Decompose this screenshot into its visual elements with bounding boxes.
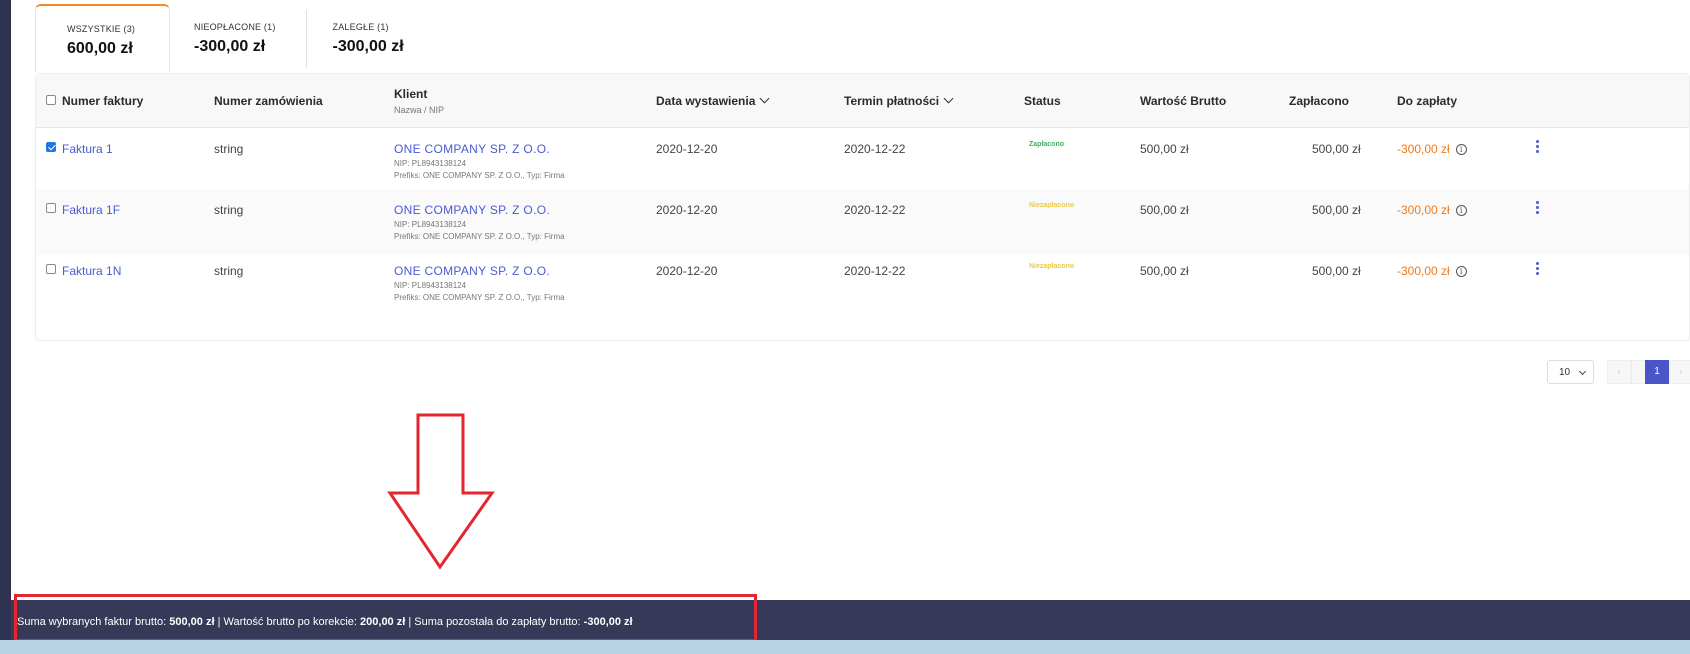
order-number: string: [214, 203, 244, 217]
paid-value: 500,00 zł: [1312, 203, 1361, 217]
status-badge: Zapłacono: [1029, 141, 1065, 148]
paid-value: 500,00 zł: [1312, 264, 1361, 278]
col-status[interactable]: Status: [1024, 94, 1061, 108]
table-row: Faktura 1F string ONE COMPANY SP. Z O.O.…: [36, 189, 1689, 255]
to-pay-value: -300,00 zł: [1397, 264, 1450, 278]
select-all-checkbox[interactable]: [46, 95, 56, 105]
to-pay-cell: -300,00 zł i: [1397, 264, 1467, 278]
row-menu-icon[interactable]: [1536, 201, 1540, 217]
row-checkbox[interactable]: [46, 264, 56, 274]
taskbar-edge: [0, 640, 1690, 654]
client-cell: ONE COMPANY SP. Z O.O. NIP: PL8943138124…: [394, 264, 565, 302]
col-issue-date-label: Data wystawienia: [656, 94, 756, 108]
page-size-select[interactable]: 10: [1547, 360, 1594, 384]
summary-tabs: WSZYSTKIE (3) 600,00 zł NIEOPŁACONE (1) …: [35, 4, 434, 72]
sort-chevron-icon: [759, 93, 770, 104]
issue-date: 2020-12-20: [656, 142, 718, 156]
client-nip: NIP: PL8943138124: [394, 159, 467, 168]
col-paid[interactable]: Zapłacono: [1289, 94, 1349, 108]
client-cell: ONE COMPANY SP. Z O.O. NIP: PL8943138124…: [394, 142, 565, 180]
chevron-down-icon: [1578, 367, 1587, 376]
paid-value: 500,00 zł: [1312, 142, 1361, 156]
due-date: 2020-12-22: [844, 203, 906, 217]
due-date: 2020-12-22: [844, 264, 906, 278]
client-prefix: Prefiks: ONE COMPANY SP. Z O.O., Typ: Fi…: [394, 171, 565, 180]
annotation-highlight-box: [14, 594, 757, 642]
client-prefix: Prefiks: ONE COMPANY SP. Z O.O., Typ: Fi…: [394, 293, 565, 302]
col-client-sub: Nazwa / NIP: [394, 105, 445, 115]
tab-label: NIEOPŁACONE (1): [194, 22, 276, 32]
table-header: Numer faktury Numer zamówienia Klient Na…: [36, 74, 1689, 128]
status-badge: Niezapłacono: [1029, 263, 1075, 270]
col-client-label: Klient: [394, 87, 428, 101]
client-name-link[interactable]: ONE COMPANY SP. Z O.O.: [394, 264, 550, 278]
gross-value: 500,00 zł: [1140, 264, 1189, 278]
to-pay-cell: -300,00 zł i: [1397, 203, 1467, 217]
row-menu-icon[interactable]: [1536, 140, 1540, 156]
tab-overdue[interactable]: ZALEGŁE (1) -300,00 zł: [307, 4, 434, 72]
table-row: Faktura 1 string ONE COMPANY SP. Z O.O. …: [36, 128, 1689, 194]
status-badge: Niezapłacono: [1029, 202, 1075, 209]
row-checkbox[interactable]: [46, 203, 56, 213]
tab-all[interactable]: WSZYSTKIE (3) 600,00 zł: [35, 4, 170, 72]
invoices-table: Numer faktury Numer zamówienia Klient Na…: [35, 73, 1690, 341]
order-number: string: [214, 142, 244, 156]
issue-date: 2020-12-20: [656, 264, 718, 278]
info-icon[interactable]: i: [1455, 266, 1467, 278]
gross-value: 500,00 zł: [1140, 142, 1189, 156]
tab-label: ZALEGŁE (1): [332, 22, 389, 32]
main-content: WSZYSTKIE (3) 600,00 zł NIEOPŁACONE (1) …: [11, 0, 1690, 600]
col-order-number[interactable]: Numer zamówienia: [214, 94, 323, 108]
col-due-date[interactable]: Termin płatności: [844, 93, 954, 108]
due-date: 2020-12-22: [844, 142, 906, 156]
tab-value: -300,00 zł: [194, 38, 266, 55]
sort-chevron-icon: [943, 93, 954, 104]
row-menu-icon[interactable]: [1536, 262, 1540, 278]
invoice-link[interactable]: Faktura 1F: [62, 203, 120, 217]
invoice-link[interactable]: Faktura 1: [62, 142, 113, 156]
col-client[interactable]: Klient Nazwa / NIP: [394, 87, 444, 115]
table-row: Faktura 1N string ONE COMPANY SP. Z O.O.…: [36, 250, 1689, 316]
tab-unpaid[interactable]: NIEOPŁACONE (1) -300,00 zł: [170, 4, 306, 72]
col-invoice-number[interactable]: Numer faktury: [62, 94, 143, 108]
to-pay-value: -300,00 zł: [1397, 203, 1450, 217]
page-button-current[interactable]: 1: [1645, 360, 1669, 384]
info-icon[interactable]: i: [1455, 144, 1467, 156]
issue-date: 2020-12-20: [656, 203, 718, 217]
client-name-link[interactable]: ONE COMPANY SP. Z O.O.: [394, 203, 550, 217]
invoice-link[interactable]: Faktura 1N: [62, 264, 121, 278]
prev-page-button[interactable]: ‹: [1607, 360, 1631, 384]
col-to-pay[interactable]: Do zapłaty: [1397, 94, 1457, 108]
to-pay-value: -300,00 zł: [1397, 142, 1450, 156]
tab-value: -300,00 zł: [332, 38, 404, 55]
left-sidebar-strip: [0, 0, 11, 654]
gross-value: 500,00 zł: [1140, 203, 1189, 217]
info-icon[interactable]: i: [1455, 205, 1467, 217]
client-name-link[interactable]: ONE COMPANY SP. Z O.O.: [394, 142, 550, 156]
order-number: string: [214, 264, 244, 278]
row-checkbox[interactable]: [46, 142, 56, 152]
client-cell: ONE COMPANY SP. Z O.O. NIP: PL8943138124…: [394, 203, 565, 241]
page-size-value: 10: [1559, 367, 1571, 378]
col-due-date-label: Termin płatności: [844, 94, 940, 108]
to-pay-cell: -300,00 zł i: [1397, 142, 1467, 156]
client-nip: NIP: PL8943138124: [394, 281, 467, 290]
client-prefix: Prefiks: ONE COMPANY SP. Z O.O., Typ: Fi…: [394, 232, 565, 241]
annotation-arrow: [387, 413, 495, 570]
col-issue-date[interactable]: Data wystawienia: [656, 93, 770, 108]
next-page-button[interactable]: ›: [1669, 360, 1690, 384]
tab-value: 600,00 zł: [67, 40, 133, 57]
client-nip: NIP: PL8943138124: [394, 220, 467, 229]
col-gross-value[interactable]: Wartość Brutto: [1140, 94, 1226, 108]
tab-label: WSZYSTKIE (3): [67, 24, 136, 34]
